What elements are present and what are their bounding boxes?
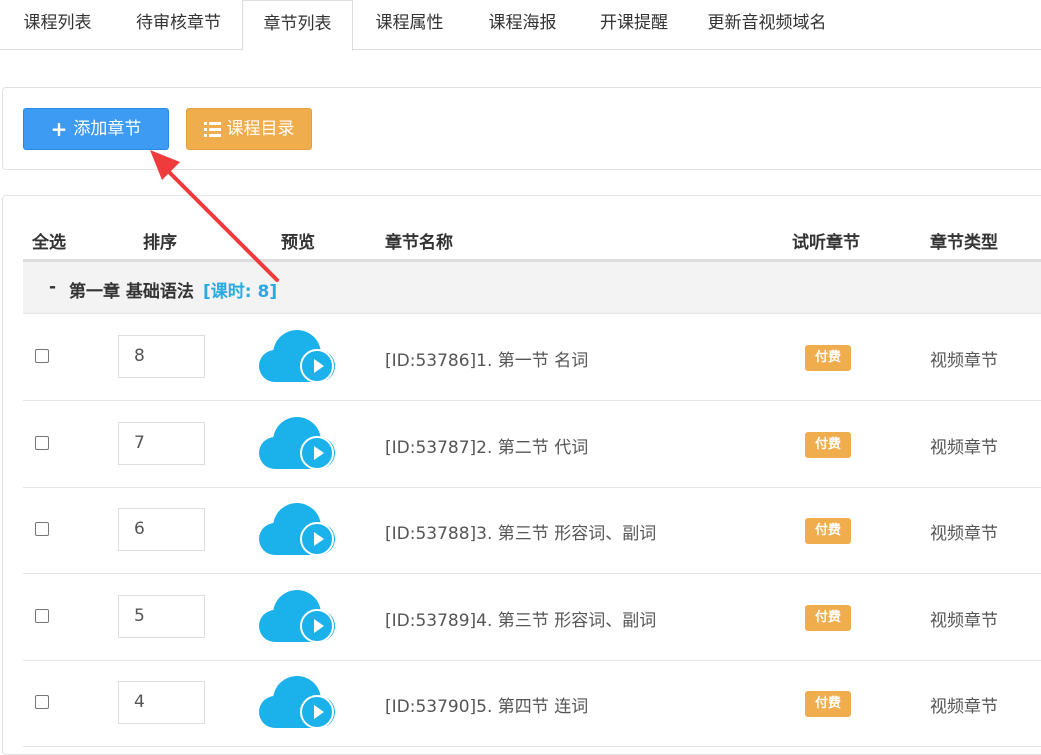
paid-badge[interactable]: 付费: [805, 691, 851, 717]
header-trial-chapter: 试听章节: [792, 233, 860, 253]
chapter-group-row: - 第一章 基础语法 [课时: 8]: [23, 262, 1041, 314]
add-chapter-button[interactable]: + 添加章节: [23, 108, 169, 150]
table-row: 4 [ID:53790]5. 第四节 连词 付费 视频章节: [23, 660, 1041, 747]
plus-icon: +: [50, 117, 68, 141]
tab-chapter-list[interactable]: 章节列表: [242, 0, 353, 51]
sort-input[interactable]: 6: [118, 508, 205, 551]
table-row: 8 [ID:53786]1. 第一节 名词 付费 视频章节: [23, 314, 1041, 401]
video-cloud-icon[interactable]: [259, 674, 337, 732]
chapter-table-panel: 全选 排序 预览 章节名称 试听章节 章节类型 - 第一章 基础语法 [课时: …: [2, 195, 1041, 755]
row-checkbox[interactable]: [35, 609, 49, 623]
list-icon: [203, 121, 221, 137]
chapter-name[interactable]: [ID:53788]3. 第三节 形容词、副词: [385, 519, 656, 544]
header-select-all[interactable]: 全选: [32, 228, 66, 253]
paid-badge[interactable]: 付费: [805, 518, 851, 544]
header-chapter-name: 章节名称: [385, 233, 453, 253]
course-catalog-button[interactable]: 课程目录: [186, 108, 312, 150]
video-cloud-icon[interactable]: [259, 328, 337, 386]
chapter-type: 视频章节: [930, 611, 998, 631]
table-row: 5 [ID:53789]4. 第三节 形容词、副词 付费 视频章节: [23, 574, 1041, 661]
table-header: 全选 排序 预览 章节名称 试听章节 章节类型: [23, 216, 1041, 262]
toolbar-panel: + 添加章节 课程目录: [2, 87, 1041, 170]
paid-badge[interactable]: 付费: [805, 432, 851, 458]
tab-pending-chapters[interactable]: 待审核章节: [115, 0, 242, 50]
chapter-name[interactable]: [ID:53787]2. 第二节 代词: [385, 433, 588, 458]
chapter-name[interactable]: [ID:53789]4. 第三节 形容词、副词: [385, 606, 656, 631]
sort-input[interactable]: 5: [118, 595, 205, 638]
table-row: 6 [ID:53788]3. 第三节 形容词、副词 付费 视频章节: [23, 487, 1041, 574]
row-checkbox[interactable]: [35, 349, 49, 363]
add-chapter-label: 添加章节: [73, 119, 142, 139]
header-preview: 预览: [281, 233, 315, 253]
sort-input[interactable]: 7: [118, 422, 205, 465]
sort-input[interactable]: 8: [118, 335, 205, 378]
tab-course-list[interactable]: 课程列表: [0, 0, 115, 50]
row-checkbox[interactable]: [35, 436, 49, 450]
video-cloud-icon[interactable]: [259, 501, 337, 559]
row-checkbox[interactable]: [35, 522, 49, 536]
course-catalog-label: 课程目录: [226, 119, 295, 139]
chapter-type: 视频章节: [930, 438, 998, 458]
paid-badge[interactable]: 付费: [805, 605, 851, 631]
sort-input[interactable]: 4: [118, 681, 205, 724]
header-sort: 排序: [143, 233, 177, 253]
chapter-type: 视频章节: [930, 351, 998, 371]
paid-badge[interactable]: 付费: [805, 345, 851, 371]
video-cloud-icon[interactable]: [259, 415, 337, 473]
tab-course-poster[interactable]: 课程海报: [466, 0, 579, 50]
video-cloud-icon[interactable]: [259, 588, 337, 646]
chapter-name[interactable]: [ID:53786]1. 第一节 名词: [385, 346, 588, 371]
tab-bar: 课程列表 待审核章节 章节列表 课程属性 课程海报 开课提醒 更新音视频域名: [0, 0, 1041, 51]
collapse-toggle[interactable]: -: [49, 277, 56, 297]
row-checkbox[interactable]: [35, 695, 49, 709]
chapter-type: 视频章节: [930, 524, 998, 544]
tab-course-attributes[interactable]: 课程属性: [353, 0, 466, 50]
chapter-type: 视频章节: [930, 697, 998, 717]
tab-update-media-domain[interactable]: 更新音视频域名: [689, 0, 845, 50]
table-row: 7 [ID:53787]2. 第二节 代词 付费 视频章节: [23, 401, 1041, 488]
header-chapter-type: 章节类型: [930, 233, 998, 253]
chapter-title: 第一章 基础语法: [69, 282, 194, 302]
chapter-hours: [课时: 8]: [203, 282, 278, 302]
tab-class-reminder[interactable]: 开课提醒: [579, 0, 689, 50]
chapter-name[interactable]: [ID:53790]5. 第四节 连词: [385, 692, 588, 717]
